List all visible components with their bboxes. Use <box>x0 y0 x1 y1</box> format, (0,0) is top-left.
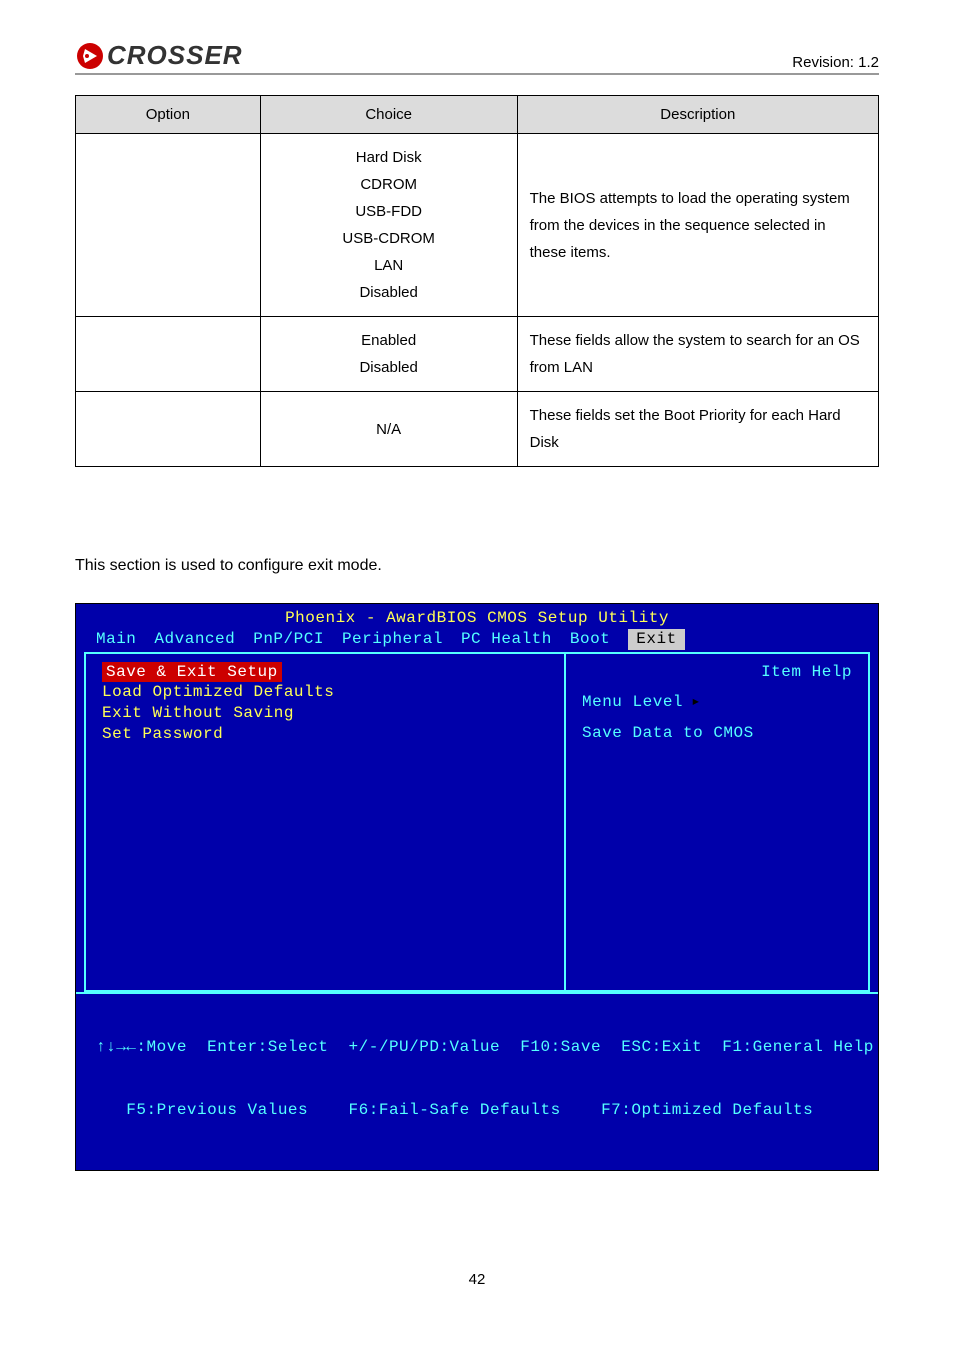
exit-item-load-defaults[interactable]: Load Optimized Defaults <box>102 682 548 703</box>
choice-cell: Enabled Disabled <box>260 317 517 392</box>
bios-left-pane: Save & Exit Setup Load Optimized Default… <box>84 652 565 992</box>
footer-line-2: F5:Previous Values F6:Fail-Safe Defaults… <box>96 1100 858 1121</box>
section-text: This section is used to configure exit m… <box>75 557 879 575</box>
menu-level: Menu Level ▸ <box>582 692 852 713</box>
menu-exit[interactable]: Exit <box>628 629 684 650</box>
table-row: N/A These fields set the Boot Priority f… <box>76 392 879 467</box>
choice-cell: Hard Disk CDROM USB-FDD USB-CDROM LAN Di… <box>260 134 517 317</box>
description-cell: These fields set the Boot Priority for e… <box>517 392 878 467</box>
th-choice: Choice <box>260 96 517 134</box>
choice-cell: N/A <box>260 392 517 467</box>
page-number: 42 <box>75 1271 879 1288</box>
exit-item-save-exit[interactable]: Save & Exit Setup <box>102 662 282 683</box>
bios-main: Save & Exit Setup Load Optimized Default… <box>76 652 878 992</box>
options-table: Option Choice Description Hard Disk CDRO… <box>75 95 879 467</box>
option-cell <box>76 392 261 467</box>
table-row: Hard Disk CDROM USB-FDD USB-CDROM LAN Di… <box>76 134 879 317</box>
logo-icon <box>75 41 105 71</box>
bios-right-pane: Item Help Menu Level ▸ Save Data to CMOS <box>565 652 870 992</box>
help-text: Save Data to CMOS <box>582 723 852 744</box>
page-header: CROSSER Revision: 1.2 <box>75 40 879 75</box>
option-cell <box>76 317 261 392</box>
menu-pnp-pci[interactable]: PnP/PCI <box>253 629 324 650</box>
table-row: Enabled Disabled These fields allow the … <box>76 317 879 392</box>
bios-footer: ↑↓→←:Move Enter:Select +/-/PU/PD:Value F… <box>76 992 878 1170</box>
menu-peripheral[interactable]: Peripheral <box>342 629 443 650</box>
arrow-right-icon: ▸ <box>691 693 701 711</box>
revision-text: Revision: 1.2 <box>792 54 879 71</box>
logo-text: CROSSER <box>107 40 243 71</box>
th-description: Description <box>517 96 878 134</box>
description-cell: These fields allow the system to search … <box>517 317 878 392</box>
item-help-title: Item Help <box>582 662 852 683</box>
bios-menu: Main Advanced PnP/PCI Peripheral PC Heal… <box>76 629 878 652</box>
bios-title: Phoenix - AwardBIOS CMOS Setup Utility <box>76 604 878 629</box>
logo: CROSSER <box>75 40 243 71</box>
menu-advanced[interactable]: Advanced <box>154 629 235 650</box>
bios-screen: Phoenix - AwardBIOS CMOS Setup Utility M… <box>75 603 879 1171</box>
menu-main[interactable]: Main <box>96 629 136 650</box>
menu-boot[interactable]: Boot <box>570 629 610 650</box>
th-option: Option <box>76 96 261 134</box>
option-cell <box>76 134 261 317</box>
exit-item-set-password[interactable]: Set Password <box>102 724 548 745</box>
exit-item-exit-no-save[interactable]: Exit Without Saving <box>102 703 548 724</box>
menu-level-label: Menu Level <box>582 693 683 711</box>
description-cell: The BIOS attempts to load the operating … <box>517 134 878 317</box>
footer-line-1: ↑↓→←:Move Enter:Select +/-/PU/PD:Value F… <box>96 1037 858 1058</box>
menu-pc-health[interactable]: PC Health <box>461 629 552 650</box>
